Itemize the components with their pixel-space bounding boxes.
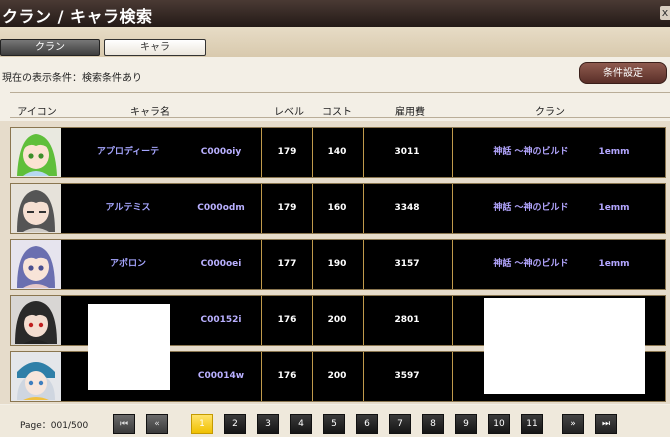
page-button-7[interactable]: 7 (389, 414, 411, 434)
filter-settings-button[interactable]: 条件設定 (579, 62, 667, 84)
level-value: 177 (277, 259, 297, 269)
divider (10, 117, 670, 118)
character-id: C000oei (200, 259, 242, 269)
divider (452, 128, 453, 177)
fee-value: 2801 (394, 315, 420, 325)
page-indicator: Page：001/500 (20, 421, 89, 431)
page-button-1[interactable]: 1 (191, 414, 213, 434)
divider (452, 352, 453, 401)
clan-tag: 1emm (598, 147, 630, 157)
divider (261, 352, 262, 401)
last-page-icon: ⏭ (601, 419, 611, 429)
fee-value: 3157 (394, 259, 420, 269)
clan-name: 神話 〜神のビルド (493, 147, 569, 157)
table-row[interactable]: アポロン C000oei 177 190 3157 神話 〜神のビルド 1emm (10, 239, 666, 290)
fee-value: 3011 (394, 147, 420, 157)
first-page-button[interactable]: ⏮ (113, 414, 135, 434)
divider (363, 352, 364, 401)
character-id: C000odm (197, 203, 245, 213)
divider (261, 184, 262, 233)
divider (452, 240, 453, 289)
tab-clan[interactable]: クラン (0, 39, 100, 56)
window-title: クラン / キャラ検索 (2, 7, 153, 26)
fee-value: 3597 (394, 371, 420, 381)
cost-value: 200 (327, 371, 347, 381)
page-button-6[interactable]: 6 (356, 414, 378, 434)
clan-tag: 1emm (598, 203, 630, 213)
title-bar: クラン / キャラ検索 x (0, 0, 670, 27)
page-button-5[interactable]: 5 (323, 414, 345, 434)
table-row[interactable]: アプロディーテ C000oiy 179 140 3011 神話 〜神のビルド 1… (10, 127, 666, 178)
divider (452, 296, 453, 345)
divider (261, 240, 262, 289)
cost-value: 160 (327, 203, 347, 213)
avatar (11, 240, 61, 289)
divider (363, 184, 364, 233)
divider (452, 184, 453, 233)
divider (10, 92, 670, 93)
avatar (11, 352, 61, 401)
tab-bar: クラン キャラ (0, 27, 670, 57)
table-row[interactable]: アルテミス C000odm 179 160 3348 神話 〜神のビルド 1em… (10, 183, 666, 234)
page-button-9[interactable]: 9 (455, 414, 477, 434)
clan-name: 神話 〜神のビルド (493, 259, 569, 269)
column-header-name: キャラ名 (130, 107, 170, 118)
page-button-2[interactable]: 2 (224, 414, 246, 434)
divider (261, 128, 262, 177)
next-page-icon: » (570, 419, 576, 429)
close-icon[interactable]: x (660, 6, 670, 20)
level-value: 176 (277, 371, 297, 381)
column-header-cost: コスト (322, 107, 352, 118)
page-button-8[interactable]: 8 (422, 414, 444, 434)
tab-chara[interactable]: キャラ (104, 39, 206, 56)
fee-value: 3348 (394, 203, 420, 213)
filter-condition-text: 現在の表示条件：検索条件あり (2, 73, 142, 84)
cost-value: 200 (327, 315, 347, 325)
divider (363, 240, 364, 289)
character-id: C000oiy (200, 147, 242, 157)
page-button-4[interactable]: 4 (290, 414, 312, 434)
cost-value: 190 (327, 259, 347, 269)
clan-name: 神話 〜神のビルド (493, 203, 569, 213)
level-value: 179 (277, 203, 297, 213)
redaction-block (484, 298, 645, 394)
character-id: C00152i (200, 315, 242, 325)
page-button-10[interactable]: 10 (488, 414, 510, 434)
avatar (11, 184, 61, 233)
redaction-block (88, 304, 170, 390)
cost-value: 140 (327, 147, 347, 157)
page-button-3[interactable]: 3 (257, 414, 279, 434)
clan-tag: 1emm (598, 259, 630, 269)
next-page-button[interactable]: » (562, 414, 584, 434)
column-header-fee: 雇用費 (395, 107, 425, 118)
character-id: C00014w (197, 371, 245, 381)
prev-page-icon: « (154, 419, 160, 429)
level-value: 176 (277, 315, 297, 325)
page-button-11[interactable]: 11 (521, 414, 543, 434)
last-page-button[interactable]: ⏭ (595, 414, 617, 434)
character-name: アルテミス (105, 203, 151, 213)
column-header-level: レベル (274, 107, 304, 118)
divider (363, 128, 364, 177)
column-header-icon: アイコン (17, 107, 57, 118)
column-header-clan: クラン (535, 107, 565, 118)
prev-page-button[interactable]: « (146, 414, 168, 434)
divider (363, 296, 364, 345)
avatar (11, 296, 61, 345)
level-value: 179 (277, 147, 297, 157)
avatar (11, 128, 61, 177)
first-page-icon: ⏮ (119, 419, 129, 429)
character-name: アポロン (109, 259, 146, 269)
character-name: アプロディーテ (96, 147, 160, 157)
divider (261, 296, 262, 345)
